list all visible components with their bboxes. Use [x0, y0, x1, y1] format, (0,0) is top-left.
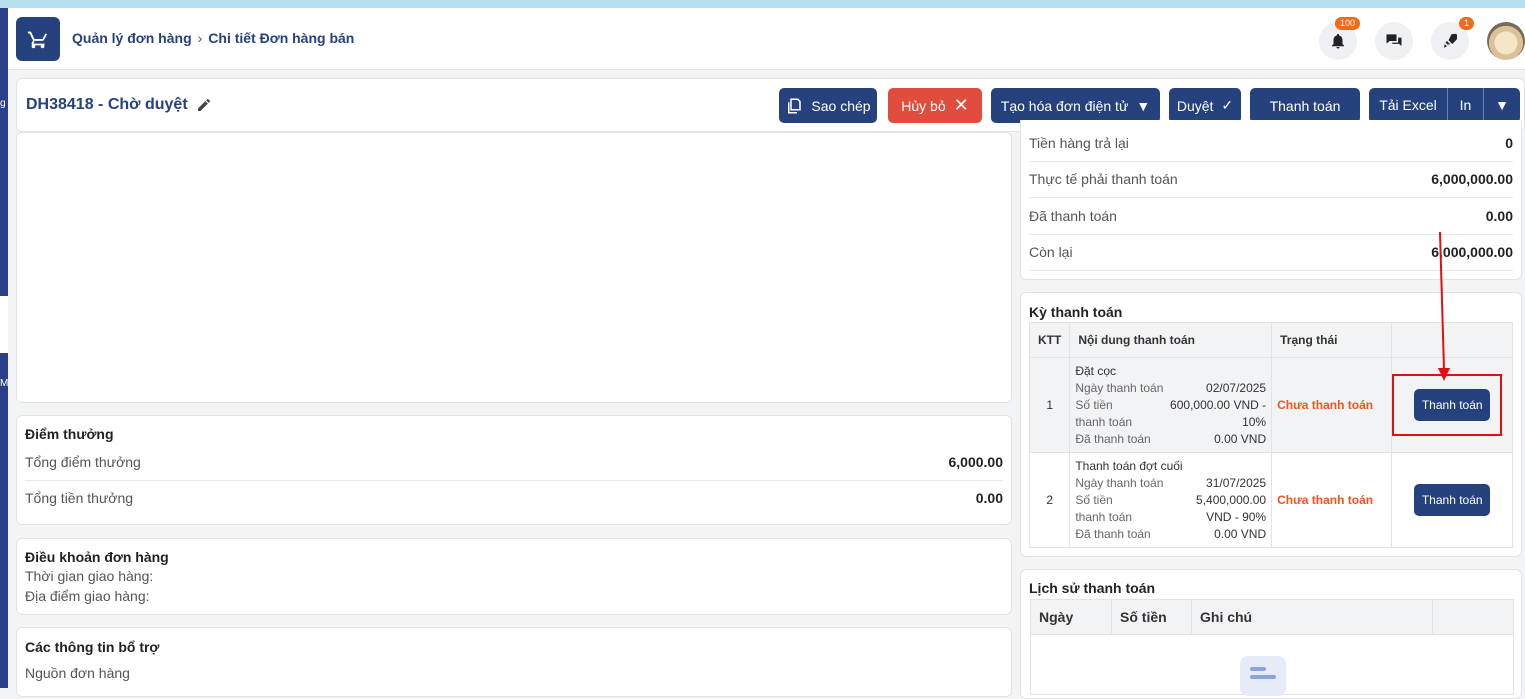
payment-date: 02/07/2025: [1206, 380, 1267, 395]
approve-button[interactable]: Duyệt ✓: [1169, 88, 1241, 123]
points-title: Điểm thưởng: [25, 426, 114, 442]
order-title: DH38418 - Chờ duyệt: [26, 96, 188, 113]
installment-no: 2: [1028, 452, 1071, 548]
copy-icon: [788, 98, 802, 113]
payment-amount: 600,000.00 VND - 10%: [1170, 397, 1267, 429]
cancel-button[interactable]: Hủy bỏ ✕: [888, 88, 982, 123]
paid-label: Đã thanh toán: [1075, 431, 1151, 446]
cart-icon[interactable]: [16, 17, 60, 61]
terms-title: Điều khoản đơn hàng: [25, 549, 169, 565]
excel-print-group: Tải Excel In ▼: [1369, 88, 1520, 123]
more-caret-icon[interactable]: ▼: [1484, 88, 1520, 123]
delivery-place-label: Địa điểm giao hàng:: [25, 588, 150, 604]
top-header: Quản lý đơn hàng › Chi tiết Đơn hàng bán…: [8, 8, 1525, 70]
total-reward-value: 0.00: [975, 490, 1003, 506]
chevron-right-icon: ›: [197, 30, 203, 46]
points-card: Điểm thưởng Tổng điểm thưởng 6,000.00 Tổ…: [16, 415, 1012, 525]
amount-label: Số tiền thanh toán: [1075, 397, 1133, 429]
payment-date: 31/07/2025: [1206, 475, 1267, 490]
paid-label: Đã thanh toán: [1075, 526, 1151, 541]
create-einvoice-button[interactable]: Tạo hóa đơn điện tử ▼: [991, 88, 1160, 123]
order-source-label: Nguồn đơn hàng: [25, 665, 130, 681]
column-header: Nội dung thanh toán: [1069, 322, 1273, 358]
bell-icon[interactable]: 100: [1319, 17, 1361, 60]
summary-value: 0: [1505, 135, 1513, 151]
column-header: Ghi chú: [1191, 600, 1433, 634]
installment-name: Thanh toán đợt cuối: [1075, 458, 1183, 473]
installment-no: 1: [1028, 357, 1071, 453]
payment-schedule-title: Kỳ thanh toán: [1029, 304, 1123, 320]
status-badge: Chưa thanh toán: [1277, 493, 1374, 507]
payment-history-title: Lịch sử thanh toán: [1029, 580, 1156, 596]
copy-button-label: Sao chép: [811, 97, 871, 114]
delivery-time-label: Thời gian giao hàng:: [25, 568, 154, 584]
top-strip: [0, 0, 1525, 8]
extra-info-card: Các thông tin bổ trợ Nguồn đơn hàng: [16, 627, 1012, 697]
download-excel-button[interactable]: Tải Excel: [1369, 88, 1448, 123]
approve-button-label: Duyệt: [1176, 97, 1214, 114]
summary-value: 6,000,000.00: [1431, 171, 1513, 187]
row-pay-button[interactable]: Thanh toán: [1414, 484, 1491, 516]
column-header: Số tiền: [1111, 600, 1191, 634]
summary-label: Đã thanh toán: [1029, 208, 1117, 224]
installment-name: Đặt cọc: [1075, 363, 1117, 378]
total-points-value: 6,000.00: [948, 454, 1004, 470]
sidebar-edge[interactable]: g M: [0, 8, 8, 688]
close-icon: ✕: [953, 95, 969, 115]
total-points-label: Tổng điểm thưởng: [25, 454, 141, 470]
payment-history-card: Lịch sử thanh toán Ngày Số tiền Ghi chú: [1020, 569, 1522, 699]
summary-label: Còn lại: [1029, 244, 1073, 260]
history-table-header: Ngày Số tiền Ghi chú: [1030, 599, 1514, 635]
check-icon: ✓: [1221, 97, 1234, 113]
caret-down-icon: ▼: [1136, 97, 1151, 114]
copy-button[interactable]: Sao chép: [779, 88, 877, 123]
date-label: Ngày thanh toán: [1075, 380, 1164, 395]
paid-amount: 0.00 VND: [1214, 526, 1267, 541]
annotation-arrow: [1438, 231, 1450, 381]
einvoice-button-label: Tạo hóa đơn điện tử: [1000, 97, 1129, 114]
summary-label: Tiền hàng trả lại: [1029, 135, 1129, 151]
blank-card: [16, 132, 1012, 403]
amount-label: Số tiền thanh toán: [1075, 492, 1133, 524]
avatar[interactable]: [1487, 22, 1525, 60]
terms-card: Điều khoản đơn hàng Thời gian giao hàng:…: [16, 538, 1012, 615]
rocket-icon[interactable]: 1: [1431, 17, 1475, 60]
summary-value: 0.00: [1485, 208, 1513, 224]
print-button[interactable]: In: [1448, 88, 1484, 123]
total-reward-label: Tổng tiền thưởng: [25, 490, 134, 506]
rocket-badge: 1: [1459, 17, 1475, 30]
summary-label: Thực tế phải thanh toán: [1029, 171, 1178, 187]
pay-button-label: Thanh toán: [1269, 97, 1341, 114]
edit-icon[interactable]: [196, 97, 212, 113]
history-table-body: [1030, 635, 1514, 696]
pay-button[interactable]: Thanh toán: [1250, 88, 1360, 123]
notification-badge: 100: [1335, 17, 1361, 30]
status-badge: Chưa thanh toán: [1277, 398, 1374, 412]
breadcrumb-current: Chi tiết Đơn hàng bán: [208, 30, 355, 46]
cancel-button-label: Hủy bỏ: [901, 97, 946, 114]
breadcrumb: Quản lý đơn hàng › Chi tiết Đơn hàng bán: [72, 30, 354, 46]
column-header: Ngày: [1039, 609, 1074, 625]
payment-amount: 5,400,000.00 VND - 90%: [1196, 492, 1267, 524]
annotation-highlight-box: [1392, 374, 1502, 436]
chat-icon[interactable]: [1375, 22, 1413, 60]
paid-amount: 0.00 VND: [1214, 431, 1267, 446]
breadcrumb-parent[interactable]: Quản lý đơn hàng: [72, 30, 192, 46]
date-label: Ngày thanh toán: [1075, 475, 1164, 490]
extra-info-title: Các thông tin bổ trợ: [25, 639, 160, 655]
table-row: 2 Thanh toán đợt cuối Ngày thanh toán 31/…: [1028, 452, 1513, 548]
column-header: KTT: [1028, 322, 1071, 358]
column-header: Trạng thái: [1271, 322, 1393, 358]
empty-state-icon: [1240, 656, 1286, 696]
